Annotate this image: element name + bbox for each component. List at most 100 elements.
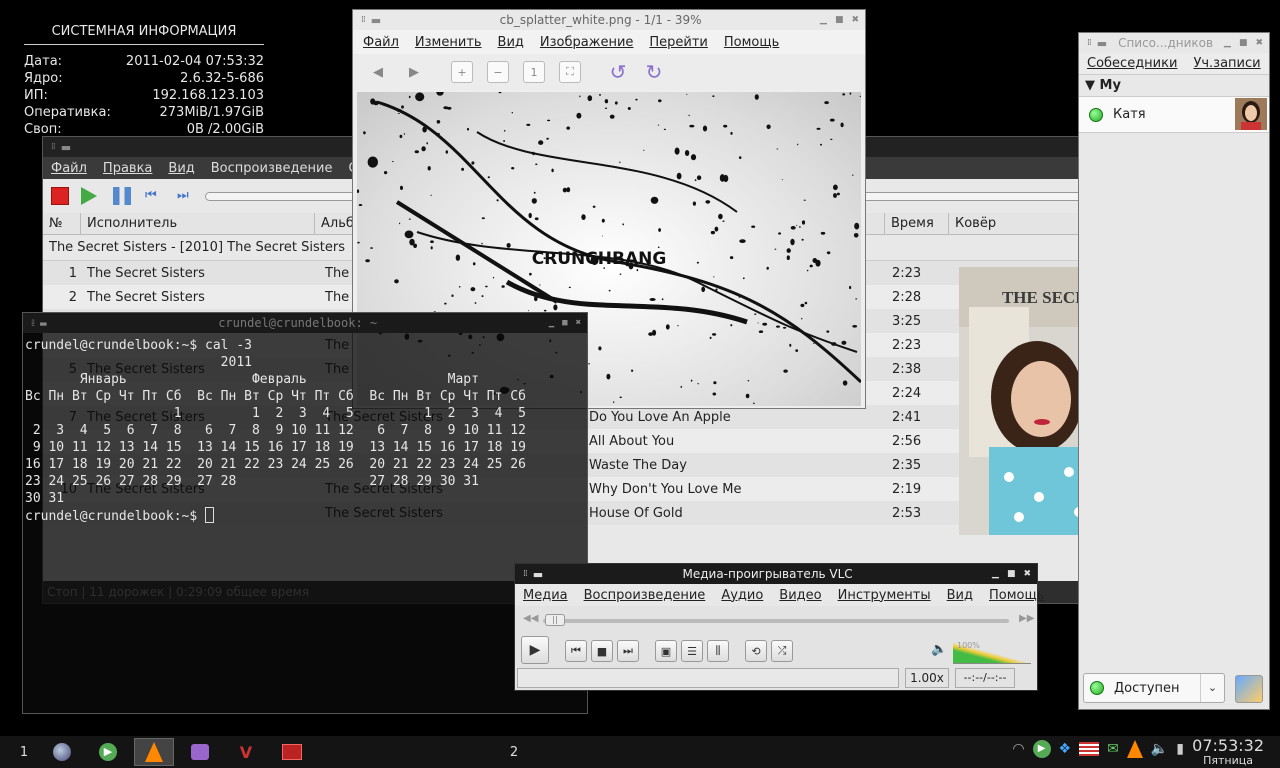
zoom-normal-icon[interactable]: 1 (523, 61, 545, 83)
zoom-out-icon[interactable]: − (487, 61, 509, 83)
workspace-2[interactable]: 2 (502, 745, 526, 760)
zoom-fit-icon[interactable]: ⛶ (559, 61, 581, 83)
minimize-icon[interactable]: ▁ (549, 318, 554, 328)
menu-view[interactable]: Вид (939, 588, 981, 603)
vlc-equalizer-button[interactable]: ⫼ (707, 640, 729, 662)
menu-help[interactable]: Помощь (716, 35, 787, 50)
column-time[interactable]: Время (885, 212, 949, 235)
keyboard-layout-flag-icon[interactable] (1079, 742, 1100, 756)
menu-audio[interactable]: Аудио (713, 588, 771, 603)
forward-arrow-icon[interactable]: ▶ (403, 61, 425, 83)
menu-media[interactable]: Медиа (515, 588, 576, 603)
buddy-row[interactable]: Катя (1079, 97, 1269, 133)
menu-file[interactable]: Файл (355, 35, 407, 50)
menu-view[interactable]: Вид (490, 35, 532, 50)
track-album: The (325, 289, 350, 305)
maximize-icon[interactable]: ■ (1007, 569, 1016, 579)
window-menu-icon[interactable]: ▬ (371, 14, 381, 27)
close-icon[interactable]: ✖ (576, 318, 581, 328)
messenger-tray-icon[interactable]: ✉ (1107, 741, 1119, 757)
vlc-previous-button[interactable]: ⏮ (565, 640, 587, 662)
chevron-down-icon[interactable]: ⌄ (1200, 674, 1224, 702)
menu-image[interactable]: Изображение (532, 35, 641, 50)
back-arrow-icon[interactable]: ◀ (367, 61, 389, 83)
menu-tools[interactable]: Инструменты (830, 588, 939, 603)
rewind-icon[interactable]: ◀◀ (523, 613, 538, 624)
speaker-icon[interactable]: 🔈 (931, 642, 947, 657)
status-box-icon[interactable] (1235, 675, 1263, 703)
window-menu-icon[interactable]: ▬ (533, 568, 543, 581)
maximize-icon[interactable]: ■ (562, 318, 567, 328)
menu-buddies[interactable]: Собеседники (1079, 56, 1185, 71)
status-selector[interactable]: Доступен ⌄ (1083, 673, 1225, 703)
taskbar-terminal-icon[interactable] (272, 738, 312, 766)
window-menu-icon[interactable]: ▬ (40, 317, 47, 330)
taskbar-exaile-icon[interactable]: ▶ (88, 738, 128, 766)
close-icon[interactable]: ✖ (1255, 38, 1263, 48)
taskbar-viewer-icon[interactable]: V (226, 738, 266, 766)
taskbar-pidgin-icon[interactable] (180, 738, 220, 766)
vlc-tray-icon[interactable] (1126, 740, 1143, 758)
maximize-icon[interactable]: ■ (1239, 38, 1248, 48)
conky-row-ip: ИП: 192.168.123.103 (24, 88, 264, 103)
vlc-playlist-button[interactable]: ☰ (681, 640, 703, 662)
menu-edit[interactable]: Изменить (407, 35, 490, 50)
minimize-icon[interactable]: ▁ (992, 569, 999, 579)
window-menu-icon[interactable]: ▬ (1097, 37, 1107, 50)
minimize-icon[interactable]: ▁ (1224, 38, 1231, 48)
terminal-window[interactable]: ⁞⁞ ▬ crundel@crundelbook: ~ ▁ ■ ✖ crundel@… (22, 312, 588, 714)
buddy-list-titlebar[interactable]: ⁞⁞ ▬ Списо...дников ▁ ■ ✖ (1079, 33, 1269, 53)
pause-button[interactable] (113, 187, 131, 205)
close-icon[interactable]: ✖ (1023, 569, 1031, 579)
vlc-next-button[interactable]: ⏭ (617, 640, 639, 662)
workspace-1[interactable]: 1 (12, 745, 36, 760)
vlc-seek-knob[interactable]: || (545, 614, 565, 626)
vlc-time[interactable]: --:--/--:-- (955, 668, 1015, 688)
maximize-icon[interactable]: ■ (835, 15, 844, 25)
volume-icon[interactable]: 🔈 (1151, 741, 1168, 757)
minimize-icon[interactable]: ▁ (820, 15, 827, 25)
vlc-play-button[interactable]: ▶ (521, 636, 549, 664)
terminal-output[interactable]: crundel@crundelbook:~$ cal -3 2011 Январ… (25, 337, 526, 525)
next-track-icon[interactable]: ⏭ (177, 188, 195, 206)
column-num[interactable]: № (43, 212, 81, 235)
window-menu-icon[interactable]: ▬ (61, 141, 71, 154)
collapse-arrow-icon[interactable]: ▼ (1085, 78, 1100, 93)
menu-file[interactable]: Файл (43, 161, 95, 176)
column-artist[interactable]: Исполнитель (81, 212, 315, 235)
vlc-titlebar[interactable]: ⁞⁞ ▬ Медиа-проигрыватель VLC ▁ ■ ✖ (515, 564, 1037, 584)
menu-playback[interactable]: Воспроизведение (203, 161, 341, 176)
vlc-shuffle-button[interactable]: ⤮ (771, 640, 793, 662)
rotate-right-icon[interactable]: ↻ (643, 60, 665, 84)
conky-row-kernel: Ядро: 2.6.32-5-686 (24, 71, 264, 86)
menu-playback[interactable]: Воспроизведение (576, 588, 714, 603)
taskbar-browser-icon[interactable] (42, 738, 82, 766)
stop-button[interactable] (51, 187, 69, 205)
wifi-icon[interactable]: ◠ (1012, 741, 1024, 757)
buddy-group[interactable]: ▼ My (1079, 75, 1269, 97)
fast-forward-icon[interactable]: ▶▶ (1019, 613, 1034, 624)
menu-go[interactable]: Перейти (641, 35, 716, 50)
menu-edit[interactable]: Правка (95, 161, 160, 176)
dropbox-icon[interactable]: ❖ (1059, 741, 1072, 757)
rotate-left-icon[interactable]: ↺ (607, 60, 629, 84)
terminal-titlebar[interactable]: ⁞⁞ ▬ crundel@crundelbook: ~ ▁ ■ ✖ (23, 313, 587, 333)
zoom-in-icon[interactable]: + (451, 61, 473, 83)
play-button[interactable] (81, 187, 97, 205)
viewer-titlebar[interactable]: ⁞⁞ ▬ cb_splatter_white.png - 1/1 - 39% ▁… (353, 10, 865, 30)
vlc-loop-button[interactable]: ⟲ (745, 640, 767, 662)
exaile-tray-icon[interactable]: ▶ (1032, 740, 1051, 758)
vlc-seek-bar[interactable] (543, 619, 1009, 623)
vlc-fullscreen-button[interactable]: ▣ (655, 640, 677, 662)
menu-accounts[interactable]: Уч.записи (1185, 56, 1268, 71)
close-icon[interactable]: ✖ (851, 15, 859, 25)
taskbar-vlc-icon[interactable] (134, 738, 174, 766)
vlc-speed[interactable]: 1.00x (905, 668, 949, 688)
previous-track-icon[interactable]: ⏮ (145, 188, 163, 206)
clock[interactable]: 07:53:32 Пятница (1192, 737, 1264, 767)
menu-view[interactable]: Вид (160, 161, 202, 176)
menu-help[interactable]: Помощь (981, 588, 1052, 603)
menu-video[interactable]: Видео (771, 588, 829, 603)
battery-icon[interactable]: ▮ (1176, 741, 1184, 757)
vlc-stop-button[interactable]: ■ (591, 640, 613, 662)
